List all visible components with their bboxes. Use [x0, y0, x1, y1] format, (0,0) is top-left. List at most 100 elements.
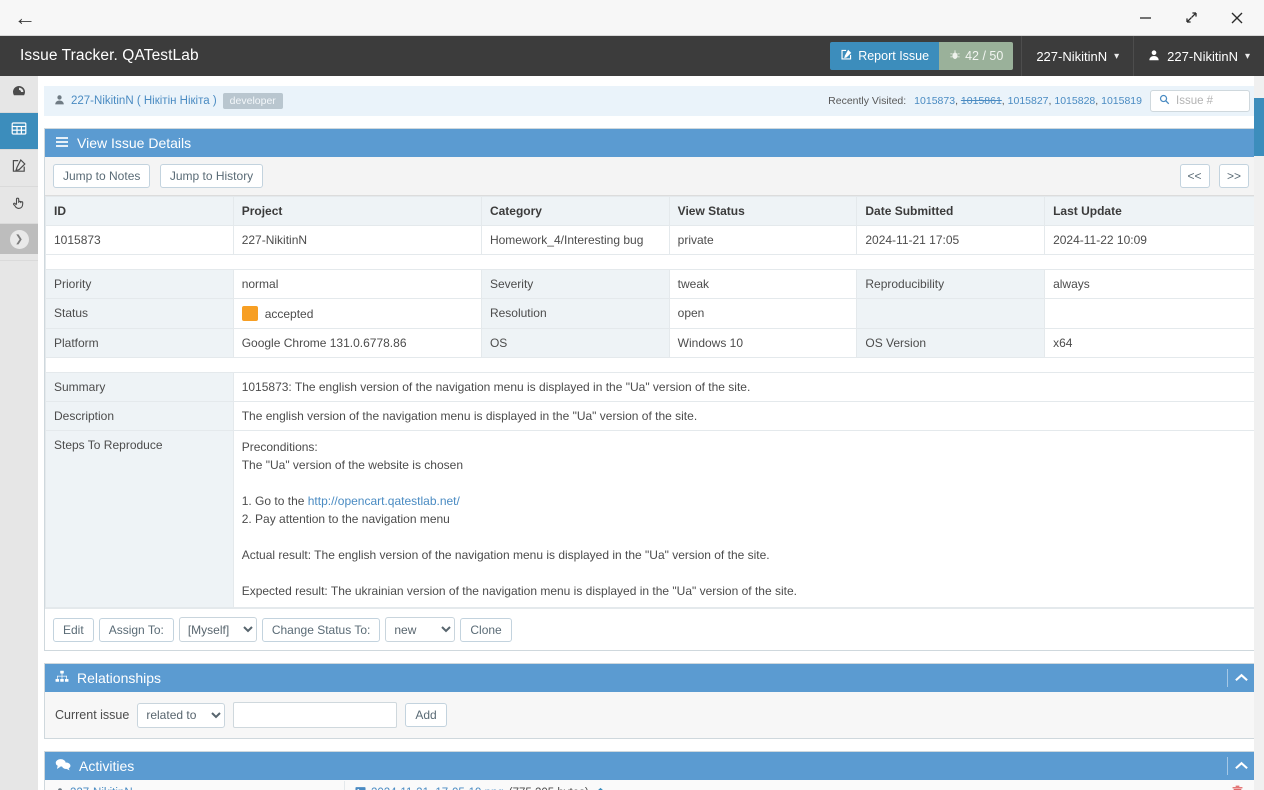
user-menu-label: 227-NikitinN	[1167, 48, 1238, 64]
issue-details-table: ID Project Category View Status Date Submitt…	[45, 196, 1258, 608]
role-badge: developer	[222, 93, 283, 109]
edit-button[interactable]: Edit	[53, 617, 94, 642]
steps-row: Steps To Reproduce Preconditions: The "Ua…	[45, 430, 1258, 608]
chevron-up-icon	[1234, 670, 1249, 686]
table-row: 1015873 227-NikitinN Homework_4/Interestin…	[45, 225, 1257, 255]
window-titlebar: ←	[0, 0, 1264, 36]
user-icon	[1148, 49, 1160, 64]
sidebar-item-assigned[interactable]	[0, 187, 38, 224]
relationships-panel-title: Relationships	[77, 670, 162, 686]
hand-pointer-icon	[11, 195, 27, 216]
recently-visited-group: Recently Visited: 1015873, 1015861, 1015…	[828, 90, 1250, 112]
search-input[interactable]	[1176, 95, 1241, 107]
relationships-collapse-toggle[interactable]	[1227, 669, 1249, 687]
details-panel-title: View Issue Details	[77, 135, 192, 151]
attribute-label: Status	[45, 298, 234, 329]
relationships-body: Current issue related to Add	[45, 692, 1257, 738]
image-file-icon	[355, 786, 366, 790]
search-icon	[1159, 94, 1170, 108]
column-header: View Status	[668, 196, 858, 226]
hamburger-icon	[55, 135, 69, 151]
close-icon[interactable]	[1216, 1, 1258, 35]
breadcrumb-user[interactable]: 227-NikitinN ( Нікітін Нікіта )	[71, 95, 217, 107]
app-header-right: Report Issue 42 / 50 227-NikitinN ▾ 227-…	[830, 36, 1264, 76]
activity-author[interactable]: 227-NikitinN	[45, 780, 345, 790]
change-status-to-button[interactable]: Change Status To:	[261, 617, 381, 642]
row-spacer	[45, 254, 1257, 270]
table-cell: 1015873	[45, 225, 234, 255]
summary-row: Summary 1015873: The english version of t…	[45, 372, 1258, 402]
bug-icon	[949, 49, 961, 64]
comments-icon	[55, 758, 71, 774]
view-issue-details-panel: View Issue Details Jump to Notes Jump to…	[44, 128, 1258, 651]
delete-attachment-button[interactable]	[1217, 785, 1257, 790]
table-cell: 2024-11-22 10:09	[1044, 225, 1257, 255]
sidebar-rail: ❯	[0, 76, 44, 790]
user-menu[interactable]: 227-NikitinN ▾	[1133, 36, 1264, 76]
activities-panel-title: Activities	[79, 758, 135, 774]
attribute-row: Status accepted Resolution open	[45, 298, 1257, 329]
attribute-label: Reproducibility	[856, 269, 1046, 299]
sidebar-item-issues[interactable]	[0, 113, 44, 150]
scrollbar-thumb[interactable]	[1254, 98, 1264, 156]
recently-visited-link[interactable]: 1015873	[914, 95, 955, 107]
clone-button[interactable]: Clone	[460, 617, 512, 642]
next-issue-button[interactable]: >>	[1219, 164, 1249, 188]
column-header: ID	[45, 196, 234, 226]
report-issue-button[interactable]: Report Issue	[830, 42, 940, 70]
steps-url-link[interactable]: http://opencart.qatestlab.net/	[308, 494, 460, 508]
assign-to-button[interactable]: Assign To:	[98, 617, 174, 642]
recently-visited-link[interactable]: 1015827	[1008, 95, 1049, 107]
chevron-up-icon	[1234, 758, 1249, 774]
main-shell: ❯ 227-NikitinN ( Нікітін Нікіта ) develo…	[0, 76, 1264, 790]
app-title: Issue Tracker. QATestLab	[20, 47, 199, 64]
breadcrumb-user-group: 227-NikitinN ( Нікітін Нікіта ) develope…	[54, 93, 283, 109]
minimize-icon[interactable]	[1124, 1, 1166, 35]
attribute-label: Resolution	[480, 298, 670, 329]
attribute-label: OS	[480, 328, 670, 358]
jump-buttons: Jump to Notes Jump to History	[53, 164, 264, 188]
jump-to-history-button[interactable]: Jump to History	[159, 164, 264, 188]
description-label: Description	[45, 401, 234, 431]
add-relationship-button[interactable]: Add	[405, 703, 447, 727]
table-cell: 2024-11-21 17:05	[856, 225, 1046, 255]
attribute-label: Severity	[480, 269, 670, 299]
attribute-value: x64	[1044, 328, 1257, 358]
pencil-square-icon	[11, 158, 27, 179]
chevron-right-icon: ❯	[9, 229, 29, 249]
back-icon[interactable]: ←	[14, 6, 36, 29]
relationship-issue-input[interactable]	[233, 702, 398, 728]
activity-row: 227-NikitinN2024-11-21_17-05-19.png(775,…	[45, 780, 1257, 790]
relationship-type-select[interactable]: related to	[137, 702, 226, 728]
recently-visited-link[interactable]: 1015828	[1054, 95, 1095, 107]
jump-to-notes-button[interactable]: Jump to Notes	[53, 164, 151, 188]
issue-count-badge[interactable]: 42 / 50	[939, 42, 1014, 70]
assign-to-select[interactable]: [Myself]	[178, 617, 257, 642]
description-value: The english version of the navigation me…	[232, 401, 1258, 431]
previous-issue-button[interactable]: <<	[1179, 164, 1210, 188]
summary-value: 1015873: The english version of the navi…	[232, 372, 1258, 402]
attribute-label	[856, 298, 1046, 329]
sidebar-collapse-toggle[interactable]: ❯	[0, 224, 38, 254]
sidebar-item-dashboard[interactable]	[0, 76, 38, 113]
details-toolbar: Jump to Notes Jump to History << >>	[45, 157, 1257, 196]
recently-visited-link[interactable]: 1015861	[961, 95, 1002, 107]
issue-action-row: Edit Assign To: [Myself] Change Status T…	[45, 608, 1257, 650]
user-icon	[55, 787, 65, 790]
issue-search[interactable]	[1150, 90, 1250, 112]
pager-buttons: << >>	[1179, 164, 1249, 188]
column-header: Project	[232, 196, 482, 226]
restore-icon[interactable]	[1170, 1, 1212, 35]
content-scrollbar[interactable]	[1254, 76, 1264, 790]
recently-visited-link[interactable]: 1015819	[1101, 95, 1142, 107]
project-menu[interactable]: 227-NikitinN ▾	[1021, 36, 1133, 76]
edit-square-icon	[840, 48, 853, 64]
table-cell: Homework_4/Interesting bug	[480, 225, 670, 255]
activities-collapse-toggle[interactable]	[1227, 757, 1249, 775]
sidebar-item-report[interactable]	[0, 150, 38, 187]
chevron-down-icon: ▾	[1114, 50, 1120, 62]
change-status-select[interactable]: new	[385, 617, 456, 642]
attribute-value: normal	[232, 269, 482, 299]
current-issue-label: Current issue	[55, 708, 130, 722]
column-header: Category	[480, 196, 670, 226]
